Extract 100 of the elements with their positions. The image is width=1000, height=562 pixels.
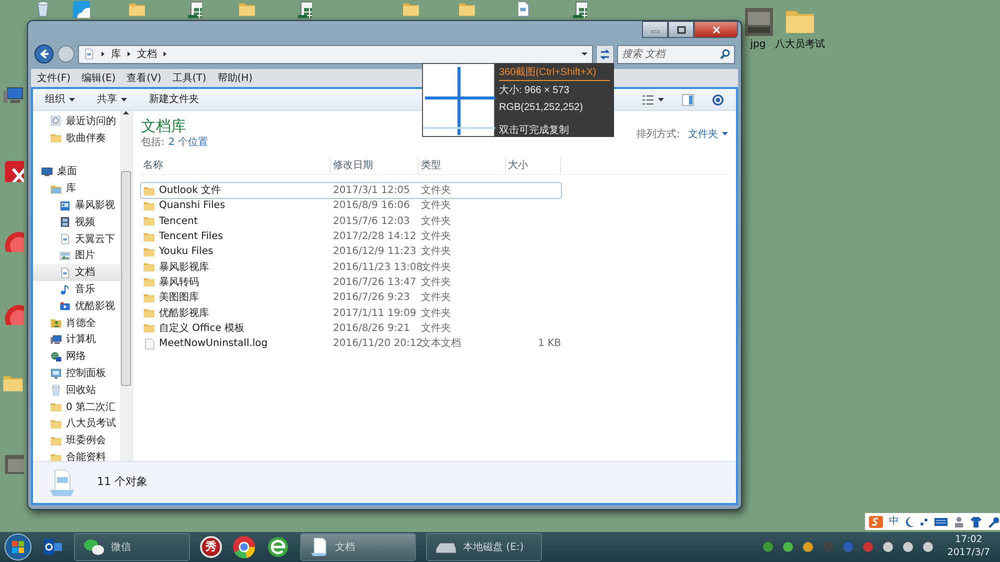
file-row[interactable]: Quanshi Files 2016/8/9 16:06 文件夹: [141, 198, 561, 214]
picture-icon: [59, 250, 71, 262]
toolbar-button[interactable]: 新建文件夹: [149, 92, 199, 107]
shirt-icon[interactable]: [970, 516, 982, 528]
nav-item[interactable]: 班委例会: [33, 432, 120, 450]
file-row[interactable]: MeetNowUninstall.log 2016/11/20 20:12文本文档 1 KB: [141, 336, 561, 352]
punctuation-icon[interactable]: [919, 516, 929, 528]
arrange-label: 排列方式:: [636, 128, 680, 142]
document-icon: [83, 48, 95, 60]
sogou-icon[interactable]: [868, 514, 884, 528]
icon-label: 八大员考试: [775, 38, 825, 52]
clock[interactable]: 17:02 2017/3/7: [941, 534, 996, 560]
close-icon: [712, 26, 720, 34]
menu-item[interactable]: 文件(F): [37, 70, 71, 86]
start-button[interactable]: [4, 533, 32, 561]
file-row[interactable]: 优酷影视库 2017/1/11 19:09 文件夹: [141, 305, 561, 321]
nav-item[interactable]: 优酷影视: [33, 298, 120, 315]
nav-item[interactable]: 桌面: [33, 164, 120, 180]
nav-item[interactable]: 八大员考试: [33, 416, 120, 432]
keyboard-icon[interactable]: [934, 516, 948, 526]
mail-app-icon[interactable]: [42, 536, 64, 558]
dropdown-caret-icon: [581, 52, 588, 56]
maximize-button[interactable]: [668, 21, 694, 38]
taskbar-button[interactable]: 本地磁盘 (E:): [426, 533, 542, 561]
file-name: Outlook 文件: [159, 184, 222, 198]
browser-icon[interactable]: [266, 535, 290, 559]
folder-icon: [50, 132, 62, 144]
includes-label: 包括:: [141, 136, 164, 150]
folder-icon: [143, 184, 155, 197]
scrollbar-thumb[interactable]: [121, 171, 131, 386]
scrollbar[interactable]: [120, 111, 132, 461]
minimize-button[interactable]: [642, 21, 668, 38]
nav-item[interactable]: 歌曲伴奏: [33, 130, 120, 147]
app-icon[interactable]: 秀: [200, 536, 222, 558]
taskbar-button[interactable]: 微信: [74, 533, 190, 561]
arrange-dropdown[interactable]: 文件夹: [688, 126, 728, 142]
nav-item[interactable]: 库: [33, 180, 120, 198]
nav-item[interactable]: 最近访问的: [33, 113, 120, 130]
file-row[interactable]: 自定义 Office 模板 2016/8/26 9:21 文件夹: [141, 320, 561, 336]
recycle-bin-icon: [50, 384, 62, 396]
nav-item[interactable]: 计算机: [33, 332, 120, 348]
refresh-button[interactable]: [596, 44, 614, 64]
cloud-app-icon: [72, 0, 90, 18]
column-header[interactable]: 修改日期: [331, 157, 419, 174]
music-note-icon: [59, 284, 71, 296]
file-type: 文件夹: [420, 276, 452, 290]
file-row[interactable]: 暴风转码 2016/7/26 13:47 文件夹: [141, 274, 561, 290]
nav-item[interactable]: 音乐: [33, 281, 120, 298]
modified-date: 2016/7/26 13:47: [332, 276, 418, 290]
nav-item[interactable]: 网络: [33, 348, 120, 366]
file-row[interactable]: Tencent 2015/7/6 12:03 文件夹: [141, 214, 561, 229]
wrench-icon[interactable]: [987, 516, 999, 528]
search-field[interactable]: 搜索 文档: [617, 44, 735, 64]
size-readout: 大小: 966 × 573: [499, 84, 570, 98]
close-button[interactable]: [694, 21, 738, 38]
list-view-icon: [642, 94, 654, 104]
column-header[interactable]: 名称: [141, 157, 331, 174]
column-header[interactable]: 大小: [506, 157, 561, 174]
nav-item[interactable]: 图片: [33, 248, 120, 264]
menu-item[interactable]: 编辑(E): [82, 70, 116, 86]
preview-pane-icon[interactable]: [682, 94, 694, 106]
nav-item[interactable]: 文档: [33, 264, 120, 282]
chrome-icon[interactable]: [232, 535, 256, 559]
modified-date: 2016/7/26 9:23: [332, 291, 411, 306]
document-icon: [59, 233, 71, 246]
back-button[interactable]: [34, 44, 54, 64]
folder-icon: [143, 292, 155, 304]
input-mode-button[interactable]: 中: [889, 514, 899, 529]
view-button[interactable]: [642, 94, 664, 104]
file-type: 文件夹: [420, 290, 452, 306]
chevron-right-icon: [163, 51, 167, 57]
help-icon[interactable]: [712, 94, 724, 106]
file-row[interactable]: 暴风影视库 2016/11/23 13:08文件夹: [141, 259, 561, 275]
nav-item[interactable]: 肖德全: [33, 314, 120, 332]
file-row[interactable]: Youku Files 2016/12/9 11:23 文件夹: [141, 244, 561, 260]
nav-item[interactable]: 0 第二次汇: [33, 398, 120, 416]
file-row[interactable]: Outlook 文件 2017/3/1 12:05 文件夹: [141, 183, 561, 198]
nav-item[interactable]: 天翼云下: [33, 230, 120, 248]
person-icon[interactable]: [953, 516, 965, 528]
nav-item[interactable]: 暴风影视: [33, 197, 120, 214]
toolbar-button[interactable]: 共享: [97, 92, 127, 107]
file-row[interactable]: 美图图库 2016/7/26 9:23 文件夹: [141, 290, 561, 306]
search-icon: [720, 49, 730, 59]
nav-item[interactable]: 视频: [33, 214, 120, 231]
chevron-right-icon: [127, 51, 131, 57]
moon-icon[interactable]: [904, 516, 914, 528]
menu-item[interactable]: 帮助(H): [217, 70, 253, 86]
menu-item[interactable]: 查看(V): [126, 70, 162, 86]
column-header[interactable]: 类型: [419, 157, 506, 174]
file-row[interactable]: Tencent Files 2017/2/28 14:12 文件夹: [141, 228, 561, 244]
address-bar[interactable]: 库 文档: [78, 44, 593, 64]
breadcrumb-item[interactable]: 库: [111, 46, 121, 62]
text-file-icon: [143, 338, 155, 350]
toolbar-button[interactable]: 组织: [45, 92, 75, 107]
locations-link[interactable]: 2 个位置: [168, 134, 208, 150]
menu-item[interactable]: 工具(T): [172, 70, 206, 86]
breadcrumb-item[interactable]: 文档: [137, 46, 157, 62]
nav-item[interactable]: 控制面板: [33, 365, 120, 382]
file-type: 文件夹: [420, 214, 452, 229]
nav-item[interactable]: 回收站: [33, 382, 120, 399]
